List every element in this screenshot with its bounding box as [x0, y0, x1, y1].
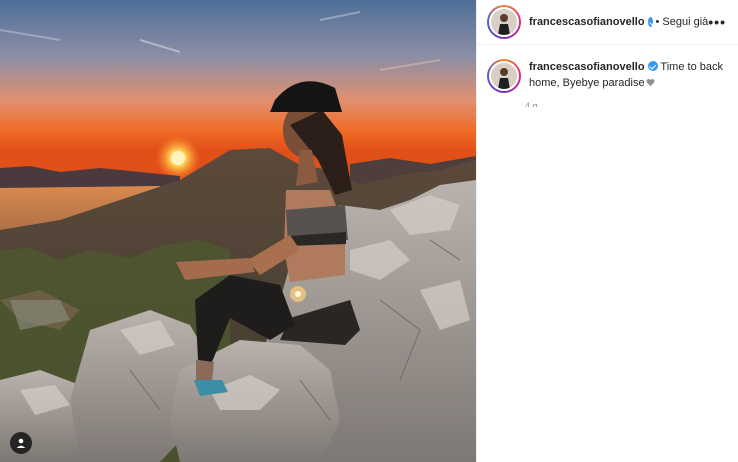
caption-avatar[interactable]: [487, 59, 521, 93]
header-username[interactable]: francescasofianovello: [529, 16, 645, 28]
caption-username[interactable]: francescasofianovello: [529, 61, 645, 73]
caption-text: francescasofianovello Time to back home,…: [529, 59, 728, 93]
instagram-post: francescasofianovello • Segui già ••• fr…: [0, 0, 738, 462]
grey-heart-icon: [646, 79, 655, 87]
post-caption: francescasofianovello Time to back home,…: [477, 45, 738, 93]
tag-people-button[interactable]: [10, 432, 32, 454]
post-photo[interactable]: [0, 0, 476, 462]
profile-photo: [491, 9, 517, 35]
post-sidebar: francescasofianovello • Segui già ••• fr…: [476, 0, 738, 462]
sunset-photo-illustration: [0, 0, 476, 462]
avatar[interactable]: [487, 5, 521, 39]
post-timestamp: 4 g: [525, 101, 538, 107]
following-button[interactable]: Segui già: [662, 16, 708, 28]
more-options-button[interactable]: •••: [708, 14, 728, 30]
verified-badge-icon: [647, 61, 658, 71]
verified-badge-icon: [647, 17, 653, 27]
post-header: francescasofianovello • Segui già •••: [477, 0, 738, 45]
header-separator: •: [655, 16, 660, 28]
profile-photo: [491, 63, 517, 89]
person-tag-icon: [16, 438, 26, 448]
